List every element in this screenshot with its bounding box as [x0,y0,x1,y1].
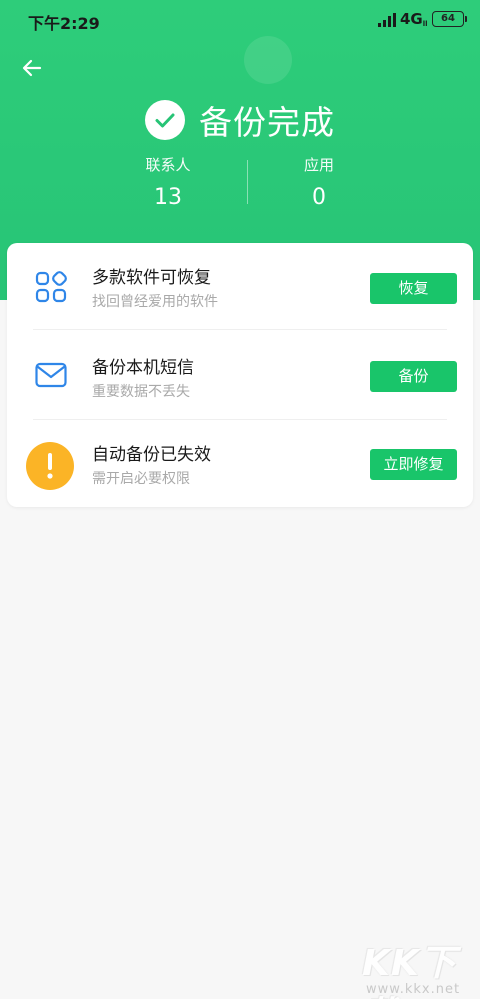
watermark: KK下载 www.kkx.net [356,930,480,999]
decorative-circle [244,36,292,84]
arrow-left-icon [22,59,42,77]
title-row: 备份完成 [0,96,480,144]
status-bar: 下午2:29 4Gll 64 [0,0,480,40]
list-item-auto-backup: 自动备份已失效 需开启必要权限 立即修复 [7,419,473,507]
row-title: 备份本机短信 [92,358,194,378]
stat-label: 联系人 [145,156,191,174]
check-circle-icon [145,100,185,140]
status-time: 下午2:29 [28,14,100,33]
stat-value: 0 [312,185,326,210]
watermark-url: www.kkx.net [366,982,461,997]
page-title: 备份完成 [199,103,335,142]
divider [33,329,447,330]
action-card: 多款软件可恢复 找回曾经爱用的软件 恢复 备份本机短信 重要数据不丢失 备份 自… [7,243,473,507]
row-subtitle: 找回曾经爱用的软件 [92,294,218,310]
network-strength-marker: ll [422,20,428,28]
restore-button[interactable]: 恢复 [370,273,457,304]
mail-icon [29,353,73,397]
row-subtitle: 重要数据不丢失 [92,384,190,400]
row-subtitle: 需开启必要权限 [92,471,190,487]
stat-divider [247,160,248,204]
list-item-backup-sms: 备份本机短信 重要数据不丢失 备份 [7,331,473,419]
stat-value: 13 [154,185,182,210]
stat-apps: 应用 0 [259,154,379,210]
stat-contacts: 联系人 13 [108,154,228,210]
network-type: 4Gll [400,10,428,28]
apps-grid-icon [29,265,73,309]
row-title: 自动备份已失效 [92,445,211,465]
fix-now-button[interactable]: 立即修复 [370,449,457,480]
row-title: 多款软件可恢复 [92,268,211,288]
backup-button[interactable]: 备份 [370,361,457,392]
list-item-restore-apps: 多款软件可恢复 找回曾经爱用的软件 恢复 [7,243,473,331]
stat-label: 应用 [303,156,334,174]
warning-icon [25,441,75,491]
battery-indicator: 64 [432,11,467,27]
signal-icon [378,13,396,27]
back-button[interactable] [18,54,46,82]
